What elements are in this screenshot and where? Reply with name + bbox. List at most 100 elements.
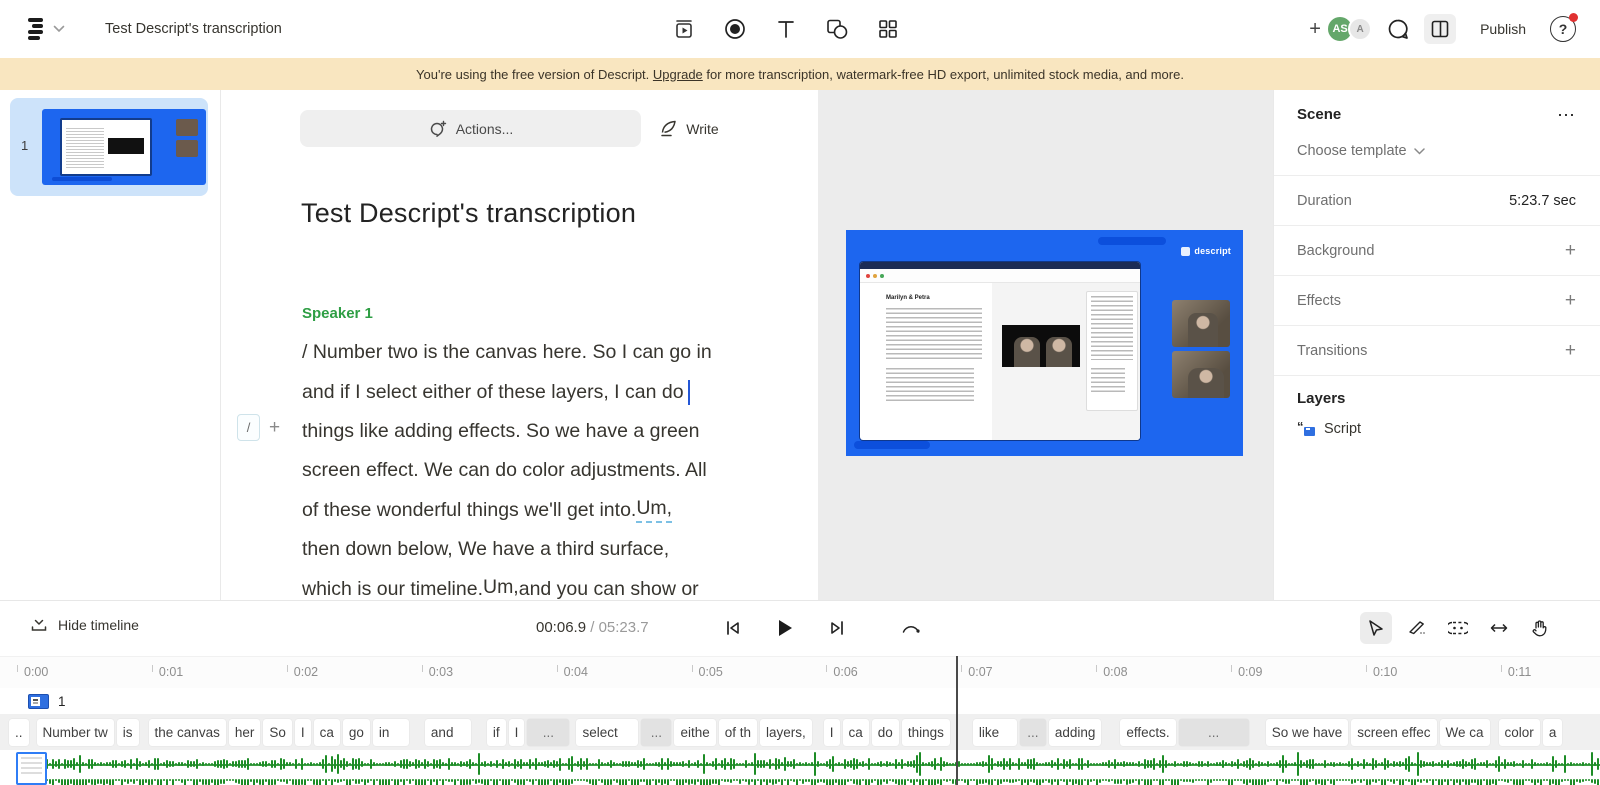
speaker-label[interactable]: Speaker 1 [302,305,373,322]
transcript-line[interactable]: screen effect. We can do color adjustmen… [302,451,802,490]
add-effects-button[interactable]: + [1565,290,1576,312]
word-block[interactable]: her [228,718,261,746]
word-block[interactable]: So we have [1265,718,1349,746]
word-block[interactable]: the canvas [148,718,226,746]
word-block[interactable]: screen effec [1351,718,1437,746]
toggle-sidebar-button[interactable] [1424,14,1457,44]
razor-tool[interactable] [1401,612,1433,644]
actions-button[interactable]: Actions... [300,110,641,147]
transcript-text[interactable]: of these wonderful things we'll get into… [302,499,636,522]
word-block[interactable]: go [342,718,370,746]
text-tool-icon[interactable] [774,17,798,41]
layout-grid-icon[interactable] [876,17,900,41]
add-background-button[interactable]: + [1565,240,1576,262]
hand-tool[interactable] [1524,612,1556,644]
document-title[interactable]: Test Descript's transcription [301,198,636,229]
word-block[interactable]: a [1542,718,1563,746]
avatar-group[interactable]: AS A [1326,15,1373,43]
word-block[interactable]: if [486,718,506,746]
transcript-text[interactable]: and if I select either of these layers, … [302,381,684,404]
layer-item-script[interactable]: “Script [1297,407,1577,438]
playhead[interactable] [956,656,958,785]
range-select-tool[interactable] [1442,612,1474,644]
word-block[interactable]: .. [9,718,29,746]
loop-button[interactable] [898,613,924,643]
transcript-line[interactable]: of these wonderful things we'll get into… [302,491,802,530]
silence-gap-block[interactable]: ... [1019,718,1046,746]
silence-gap-block[interactable]: ... [1178,718,1249,746]
transcript-text[interactable]: then down below, We have a third surface… [302,538,669,561]
transcript-line[interactable]: and if I select either of these layers, … [302,372,802,411]
word-block[interactable]: color [1498,718,1540,746]
word-block[interactable]: in [372,718,409,746]
transcript-line[interactable]: things like adding effects. So we have a… [302,412,802,451]
skip-forward-button[interactable] [824,613,850,643]
avatar[interactable]: A [1348,17,1373,41]
audio-waveform-secondary[interactable] [0,779,1600,785]
project-title[interactable]: Test Descript's transcription [105,21,282,37]
transcript-text[interactable]: and you can show or [519,578,699,600]
descript-logo-icon[interactable] [28,18,43,40]
transcript-text[interactable]: / Number two is the canvas here. So I ca… [302,341,712,364]
word-block[interactable]: eithe [674,718,716,746]
skip-back-button[interactable] [720,613,746,643]
add-transitions-button[interactable]: + [1565,340,1576,362]
screen-recording-layer[interactable]: Marilyn & Petra [860,262,1140,440]
choose-template-dropdown[interactable]: Choose template [1274,123,1600,175]
word-block[interactable]: I [294,718,311,746]
chevron-down-icon[interactable] [53,25,65,33]
trim-tool[interactable] [1483,612,1515,644]
word-block[interactable]: Number tw [36,718,114,746]
hide-timeline-button[interactable]: Hide timeline [30,616,139,634]
word-block[interactable]: ca [842,718,869,746]
word-block[interactable]: select [576,718,639,746]
word-block[interactable]: adding [1048,718,1102,746]
scene-clip-icon[interactable] [28,693,49,709]
word-block[interactable]: things [901,718,950,746]
word-track[interactable]: .. Number tw is the canvas her So Ica go in and if… [0,714,1600,750]
transcript[interactable]: / Number two is the canvas here. So I ca… [302,333,802,600]
comments-icon[interactable] [1386,17,1410,41]
word-block[interactable]: and [424,718,471,746]
word-block[interactable]: effects. [1120,718,1176,746]
word-block[interactable]: is [116,718,139,746]
transcript-line[interactable]: which is our timeline. Um, and you can s… [302,569,802,600]
scene-menu-button[interactable]: ⋯ [1557,106,1576,124]
media-library-icon[interactable] [672,17,696,41]
transcript-text[interactable]: screen effect. We can do color adjustmen… [302,459,707,482]
word-block[interactable]: of th [718,718,757,746]
silence-gap-block[interactable]: ... [527,718,570,746]
word-block[interactable]: ca [313,718,340,746]
transcript-text[interactable]: things like adding effects. So we have a… [302,420,699,443]
help-button[interactable]: ? [1550,13,1578,42]
upgrade-link[interactable]: Upgrade [653,67,703,82]
scene-thumbnail[interactable]: 1 [10,98,208,196]
timeline-ruler[interactable]: 0:00 0:01 0:02 0:03 0:04 0:05 0:06 0:07 0:08 0:09… [0,656,1600,688]
word-block[interactable]: like [972,718,1017,746]
silence-gap-block[interactable]: ... [641,718,672,746]
publish-button[interactable]: Publish [1470,21,1536,37]
word-block[interactable]: We ca [1439,718,1490,746]
webcam-thumbnail[interactable] [1172,351,1230,398]
filler-word[interactable]: Um, [483,576,519,600]
pointer-tool[interactable] [1360,612,1392,644]
shapes-icon[interactable] [825,17,849,41]
word-block[interactable]: I [508,718,525,746]
video-preview[interactable]: descript Marilyn & Petra [846,230,1243,456]
record-icon[interactable] [723,17,747,41]
word-block[interactable]: So [263,718,292,746]
transcript-line[interactable]: / Number two is the canvas here. So I ca… [302,333,802,372]
selected-clip-thumbnail[interactable] [16,752,47,785]
audio-waveform[interactable] [0,750,1600,778]
transcript-line[interactable]: then down below, We have a third surface… [302,530,802,569]
word-block[interactable]: do [871,718,899,746]
word-block[interactable]: layers, [760,718,812,746]
write-button[interactable]: Write [641,110,737,147]
add-block-button[interactable]: + [269,417,280,439]
play-button[interactable] [772,613,798,643]
word-block[interactable]: I [823,718,840,746]
transcript-text[interactable]: which is our timeline. [302,578,483,600]
slash-command-button[interactable]: / [237,414,260,441]
filler-word[interactable]: Um, [636,497,673,524]
webcam-thumbnail[interactable] [1172,300,1230,347]
